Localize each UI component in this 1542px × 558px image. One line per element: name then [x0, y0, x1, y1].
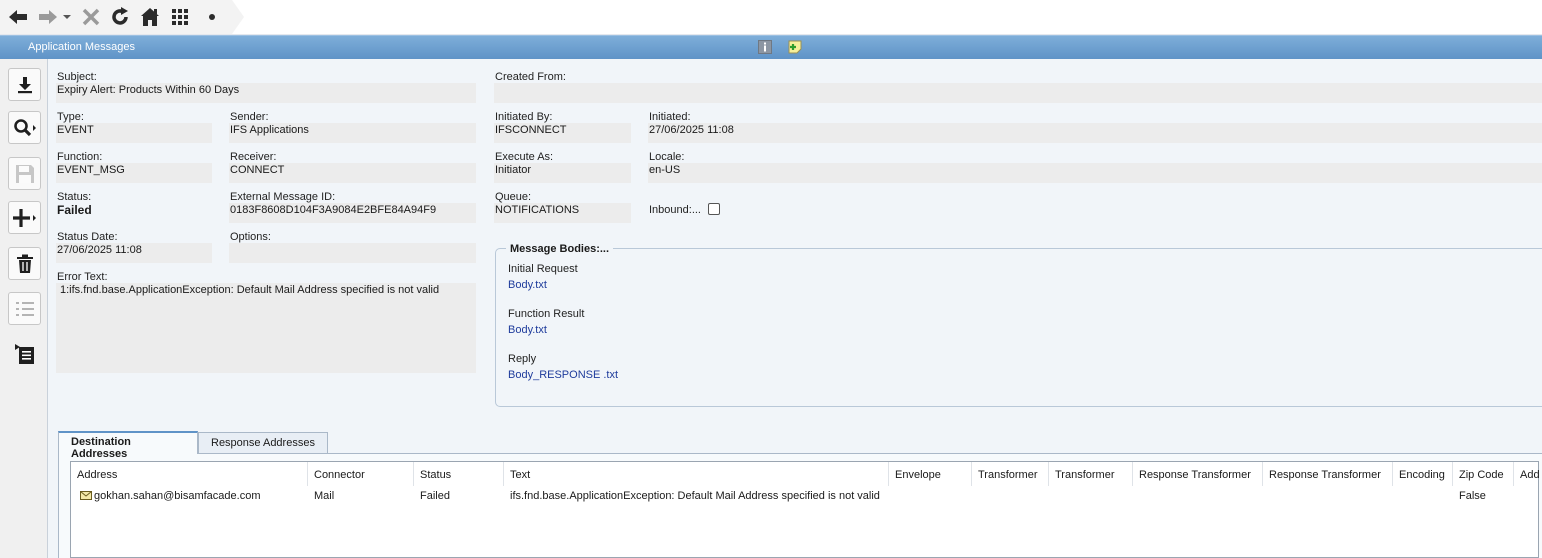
download-button[interactable] — [8, 68, 41, 101]
window-header: Application Messages — [0, 35, 1542, 59]
delete-icon — [16, 254, 33, 273]
command-bar — [0, 59, 48, 558]
message-bodies-group: Message Bodies:... Initial Request Body.… — [495, 243, 1542, 407]
receiver-field[interactable]: CONNECT — [229, 163, 476, 183]
type-field[interactable]: EVENT — [56, 123, 212, 143]
forward-history-dropdown-icon[interactable] — [62, 6, 72, 28]
message-bodies-title[interactable]: Message Bodies:... — [506, 243, 614, 255]
window-title: Application Messages — [28, 41, 136, 53]
message-detail-form: Subject: Expiry Alert: Products Within 6… — [48, 59, 1542, 558]
note-icon[interactable] — [788, 40, 802, 54]
sender-field[interactable]: IFS Applications — [229, 123, 476, 143]
options-field[interactable] — [229, 243, 476, 263]
tab-divider — [58, 453, 1542, 454]
navigation-toolbar — [0, 0, 1542, 35]
info-icon[interactable] — [758, 40, 772, 54]
column-header-response-transformer-2[interactable]: Response Transformer — [1263, 462, 1393, 486]
refresh-icon[interactable] — [108, 6, 132, 28]
receiver-label: Receiver: — [230, 151, 277, 163]
locale-label: Locale: — [649, 151, 685, 163]
cell-encoding[interactable] — [1393, 489, 1453, 507]
tab-destination-addresses[interactable]: Destination Addresses — [58, 431, 198, 460]
list-button[interactable] — [8, 292, 41, 325]
status-date-field[interactable]: 27/06/2025 11:08 — [56, 243, 212, 263]
delete-button[interactable] — [8, 247, 41, 280]
execute-as-label: Execute As: — [495, 151, 554, 163]
search-icon — [13, 118, 36, 136]
column-header-text[interactable]: Text — [504, 462, 889, 486]
function-result-link[interactable]: Body.txt — [508, 324, 547, 336]
details-button[interactable] — [8, 337, 41, 370]
tab-response-addresses[interactable]: Response Addresses — [198, 432, 328, 453]
cell-envelope[interactable] — [889, 489, 972, 507]
destination-addresses-table: Address Connector Status Text Envelope T… — [70, 461, 1540, 558]
column-header-encoding[interactable]: Encoding — [1393, 462, 1453, 486]
subject-label: Subject: — [57, 71, 97, 83]
cell-connector[interactable]: Mail — [308, 489, 414, 507]
initial-request-label: Initial Request — [508, 263, 578, 275]
execute-as-field[interactable]: Initiator — [494, 163, 631, 183]
error-text-field[interactable]: 1:ifs.fnd.base.ApplicationException: Def… — [56, 283, 476, 373]
initial-request-link[interactable]: Body.txt — [508, 279, 547, 291]
home-icon[interactable] — [138, 6, 162, 28]
forward-arrow-icon[interactable] — [36, 6, 60, 28]
cell-transformer-2[interactable] — [1049, 489, 1133, 507]
add-icon — [12, 208, 36, 227]
initiated-by-field[interactable]: IFSCONNECT — [494, 123, 631, 143]
cell-add[interactable] — [1514, 489, 1540, 507]
initiated-label: Initiated: — [649, 111, 691, 123]
created-from-field[interactable] — [494, 83, 1542, 103]
reply-label: Reply — [508, 353, 537, 365]
close-icon[interactable] — [80, 6, 102, 28]
inbound-label: Inbound:... — [649, 204, 701, 216]
cell-address[interactable]: gokhan.sahan@bisamfacade.com — [88, 489, 308, 507]
external-message-id-label: External Message ID: — [230, 191, 336, 203]
details-icon — [14, 343, 34, 364]
function-label: Function: — [57, 151, 103, 163]
inbound-checkbox[interactable] — [708, 203, 720, 215]
initiated-field[interactable]: 27/06/2025 11:08 — [648, 123, 1542, 143]
column-header-envelope[interactable]: Envelope — [889, 462, 972, 486]
column-header-zip-code[interactable]: Zip Code — [1453, 462, 1514, 486]
status-date-label: Status Date: — [57, 231, 118, 243]
function-result-label: Function Result — [508, 308, 585, 320]
add-button[interactable] — [8, 201, 41, 234]
subject-field[interactable]: Expiry Alert: Products Within 60 Days — [56, 83, 476, 103]
cell-response-transformer-2[interactable] — [1263, 489, 1393, 507]
column-header-response-transformer[interactable]: Response Transformer — [1133, 462, 1263, 486]
created-from-label: Created From: — [495, 71, 566, 83]
column-header-transformer[interactable]: Transformer — [972, 462, 1049, 486]
cell-text[interactable]: ifs.fnd.base.ApplicationException: Defau… — [504, 489, 889, 507]
column-header-add[interactable]: Add — [1514, 462, 1540, 486]
save-icon — [15, 164, 34, 183]
error-text-label: Error Text: — [57, 271, 108, 283]
cell-response-transformer[interactable] — [1133, 489, 1263, 507]
save-button[interactable] — [8, 157, 41, 190]
column-header-transformer-2[interactable]: Transformer — [1049, 462, 1133, 486]
dot-icon[interactable] — [204, 6, 220, 28]
cell-zip-code[interactable]: False — [1453, 489, 1514, 507]
sender-label: Sender: — [230, 111, 269, 123]
cell-status[interactable]: Failed — [414, 489, 504, 507]
external-message-id-field[interactable]: 0183F8608D104F3A9084E2BFE84A94F9 — [229, 203, 476, 223]
grid-icon[interactable] — [168, 6, 192, 28]
cell-transformer[interactable] — [972, 489, 1049, 507]
type-label: Type: — [57, 111, 84, 123]
search-button[interactable] — [8, 111, 41, 144]
download-icon — [17, 76, 32, 93]
queue-field[interactable]: NOTIFICATIONS — [494, 203, 631, 223]
initiated-by-label: Initiated By: — [495, 111, 553, 123]
column-header-address[interactable]: Address — [71, 462, 308, 486]
status-value: Failed — [57, 203, 92, 217]
function-field[interactable]: EVENT_MSG — [56, 163, 212, 183]
options-label: Options: — [230, 231, 271, 243]
column-header-status[interactable]: Status — [414, 462, 504, 486]
back-arrow-icon[interactable] — [6, 6, 30, 28]
locale-field[interactable]: en-US — [648, 163, 1542, 183]
queue-label: Queue: — [495, 191, 532, 203]
column-header-connector[interactable]: Connector — [308, 462, 414, 486]
reply-link[interactable]: Body_RESPONSE .txt — [508, 369, 618, 381]
list-icon — [15, 301, 34, 316]
